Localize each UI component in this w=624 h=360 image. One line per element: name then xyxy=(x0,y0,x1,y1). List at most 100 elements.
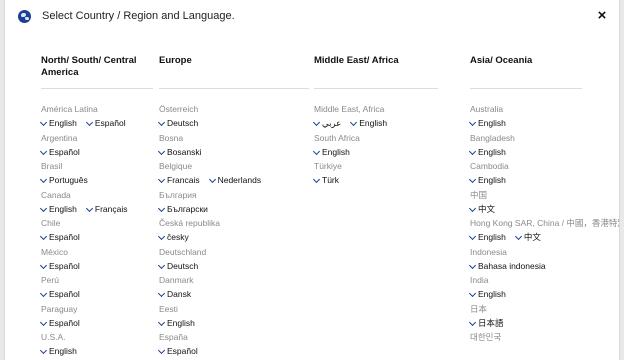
language-label: Español xyxy=(49,317,80,328)
country-entry: Bosna Bosanski xyxy=(157,132,271,159)
chevron-down-icon xyxy=(468,290,477,298)
language-label: English xyxy=(49,346,77,356)
language-link[interactable]: česky xyxy=(157,230,189,244)
language-row: Bahasa indonesia xyxy=(468,258,619,273)
column-heading: Middle East/ Africa xyxy=(314,55,399,66)
language-link[interactable]: Francais xyxy=(157,173,200,187)
country-name: U.S.A. xyxy=(41,332,66,342)
language-row: Български xyxy=(157,201,271,216)
chevron-down-icon xyxy=(39,119,48,127)
language-link[interactable]: Deutsch xyxy=(157,259,198,273)
language-label: Español xyxy=(49,260,80,271)
column-asia-oceania: Asia/ Oceania Australia English Bangladesh… xyxy=(468,55,619,342)
country-entry: U.S.A. English xyxy=(39,332,137,358)
language-link[interactable]: English xyxy=(468,173,506,187)
country-entry: Middle East, Africa عربي English xyxy=(312,104,397,130)
chevron-down-icon xyxy=(468,176,477,184)
language-row: Deutsch xyxy=(157,258,271,273)
close-button[interactable]: × xyxy=(595,8,609,24)
country-entry: América Latina English Español xyxy=(39,104,137,130)
language-row: English xyxy=(468,172,619,187)
language-link[interactable]: Español xyxy=(39,259,80,273)
language-link[interactable]: Bosanski xyxy=(157,145,202,159)
language-link[interactable]: Français xyxy=(85,202,127,216)
country-entry: Česká republika česky xyxy=(157,218,271,244)
country-entry: España Español xyxy=(157,332,271,358)
language-link[interactable]: Español xyxy=(39,316,80,330)
language-link[interactable]: English xyxy=(157,316,195,330)
country-name: Chile xyxy=(41,218,61,228)
dialog-header: Select Country / Region and Language. × xyxy=(5,0,619,34)
language-link[interactable]: Español xyxy=(85,116,126,130)
column-divider xyxy=(470,88,582,89)
chevron-down-icon xyxy=(39,204,48,212)
language-label: English xyxy=(478,175,506,185)
chevron-down-icon xyxy=(85,119,93,127)
country-name: South Africa xyxy=(314,132,360,143)
language-label: Dansk xyxy=(167,289,192,299)
language-link[interactable]: Español xyxy=(157,344,198,358)
language-link[interactable]: English xyxy=(468,230,506,244)
language-label: Español xyxy=(49,232,80,242)
language-link[interactable]: Español xyxy=(39,145,80,159)
language-link[interactable]: 日本語 xyxy=(468,316,504,330)
country-entry: 中国中文 xyxy=(468,189,619,216)
language-link[interactable]: English xyxy=(468,287,506,301)
country-name: Hong Kong SAR, China / 中國，香港特別行政區 xyxy=(470,218,619,228)
country-entry: 대한민국 xyxy=(470,332,619,343)
dialog-title: Select Country / Region and Language. xyxy=(42,10,235,22)
globe-icon xyxy=(18,10,31,23)
country-name: 日本 xyxy=(470,303,488,314)
column-americas: North/ South/ Central America América La… xyxy=(39,55,153,356)
language-label: česky xyxy=(167,232,189,242)
country-entry: Hong Kong SAR, China / 中國，香港特別行政區 English… xyxy=(468,218,619,244)
country-entry: India English xyxy=(468,275,619,301)
language-link[interactable]: 中文 xyxy=(514,230,541,244)
language-link[interactable]: Español xyxy=(39,287,80,301)
language-link[interactable]: Български xyxy=(157,202,208,216)
language-link[interactable]: English xyxy=(39,202,77,216)
language-link[interactable]: Bahasa indonesia xyxy=(468,259,546,273)
language-link[interactable]: Nederlands xyxy=(208,173,262,187)
language-row: Español xyxy=(39,144,137,159)
language-link[interactable]: Deutsch xyxy=(157,116,198,130)
language-row: Español xyxy=(39,229,137,244)
column-heading: Europe xyxy=(159,55,192,66)
country-entry: Türkiye Türk xyxy=(312,161,397,187)
language-label: Nederlands xyxy=(217,175,262,185)
language-link[interactable]: Dansk xyxy=(157,287,192,301)
language-label: 中文 xyxy=(478,203,496,214)
language-row: English xyxy=(39,343,137,358)
chevron-down-icon xyxy=(312,119,321,127)
language-link[interactable]: English xyxy=(312,145,350,159)
chevron-down-icon xyxy=(312,176,321,184)
language-label: 日本語 xyxy=(478,317,504,328)
language-link[interactable]: Türk xyxy=(312,173,339,187)
country-name: Bosna xyxy=(159,132,184,143)
language-link[interactable]: 中文 xyxy=(468,202,496,216)
language-link[interactable]: English xyxy=(350,116,388,130)
country-list: Österreich Deutsch Bosna Bosanski Belgique Fr… xyxy=(157,104,271,360)
language-link[interactable]: Português xyxy=(39,173,88,187)
country-entry: Eesti English xyxy=(157,304,271,330)
chevron-down-icon xyxy=(312,147,321,155)
country-name: Danmark xyxy=(159,275,194,285)
language-row: Español xyxy=(39,286,137,301)
chevron-down-icon xyxy=(157,204,166,212)
language-row: Português xyxy=(39,172,137,187)
chevron-down-icon xyxy=(514,233,522,241)
language-row: 日本語 xyxy=(468,315,619,330)
language-link[interactable]: English xyxy=(468,116,506,130)
language-label: Bahasa indonesia xyxy=(478,260,546,271)
language-link[interactable]: English xyxy=(39,116,77,130)
language-link[interactable]: Español xyxy=(39,230,80,244)
chevron-down-icon xyxy=(39,261,48,269)
language-label: English xyxy=(359,118,388,128)
language-link[interactable]: عربي xyxy=(312,116,341,130)
country-entry: South Africa English xyxy=(312,132,397,159)
chevron-down-icon xyxy=(468,147,477,155)
language-link[interactable]: English xyxy=(468,145,506,159)
language-label: English xyxy=(167,317,195,328)
language-link[interactable]: English xyxy=(39,344,77,358)
country-name: 中国 xyxy=(470,189,488,200)
